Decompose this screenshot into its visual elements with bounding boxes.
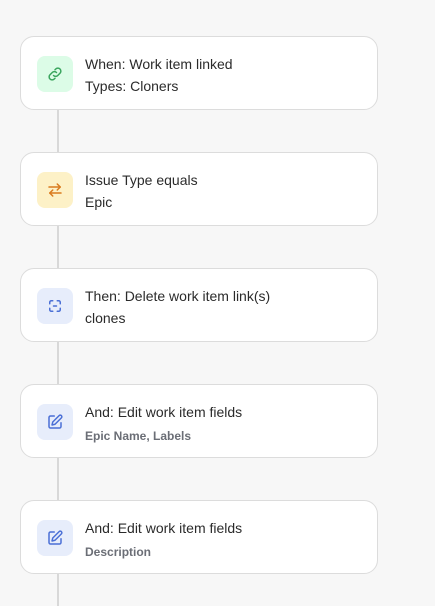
trigger-card[interactable]: When: Work item linked Types: Cloners: [20, 36, 378, 110]
trigger-text: When: Work item linked Types: Cloners: [85, 54, 365, 96]
flow-connector: [57, 109, 59, 153]
action-delete-link-card[interactable]: Then: Delete work item link(s) clones: [20, 268, 378, 342]
step-title: And: Edit work item fields: [85, 520, 243, 536]
swap-arrows-icon: [48, 183, 62, 197]
step-subtitle: Types: Cloners: [85, 78, 179, 94]
action-icon-box: [37, 288, 73, 324]
action-icon-box: [37, 520, 73, 556]
step-title: Then: Delete work item link(s): [85, 288, 271, 304]
condition-icon-box: [37, 172, 73, 208]
action-edit-fields-card[interactable]: And: Edit work item fields Description: [20, 500, 378, 574]
step-subtitle: clones: [85, 310, 126, 326]
step-subtitle: Epic: [85, 194, 113, 210]
action-text: And: Edit work item fields Epic Name, La…: [85, 402, 365, 446]
flow-connector: [57, 341, 59, 385]
flow-connector: [57, 457, 59, 501]
action-edit-fields-card[interactable]: And: Edit work item fields Epic Name, La…: [20, 384, 378, 458]
link-icon: [48, 67, 62, 81]
action-icon-box: [37, 404, 73, 440]
step-title: When: Work item linked: [85, 56, 233, 72]
action-text: Then: Delete work item link(s) clones: [85, 286, 365, 328]
flow-connector: [57, 573, 59, 606]
step-fields-list: Epic Name, Labels: [85, 429, 192, 443]
trigger-icon-box: [37, 56, 73, 92]
edit-icon: [48, 414, 63, 429]
condition-card[interactable]: Issue Type equals Epic: [20, 152, 378, 226]
step-title: Issue Type equals: [85, 172, 198, 188]
step-title: And: Edit work item fields: [85, 404, 243, 420]
edit-icon: [48, 530, 63, 545]
flow-connector: [57, 225, 59, 269]
condition-text: Issue Type equals Epic: [85, 170, 365, 212]
broken-link-icon: [49, 300, 61, 312]
step-fields-list: Description: [85, 545, 152, 559]
automation-flow: When: Work item linked Types: Cloners Is…: [0, 0, 435, 606]
action-text: And: Edit work item fields Description: [85, 518, 365, 562]
